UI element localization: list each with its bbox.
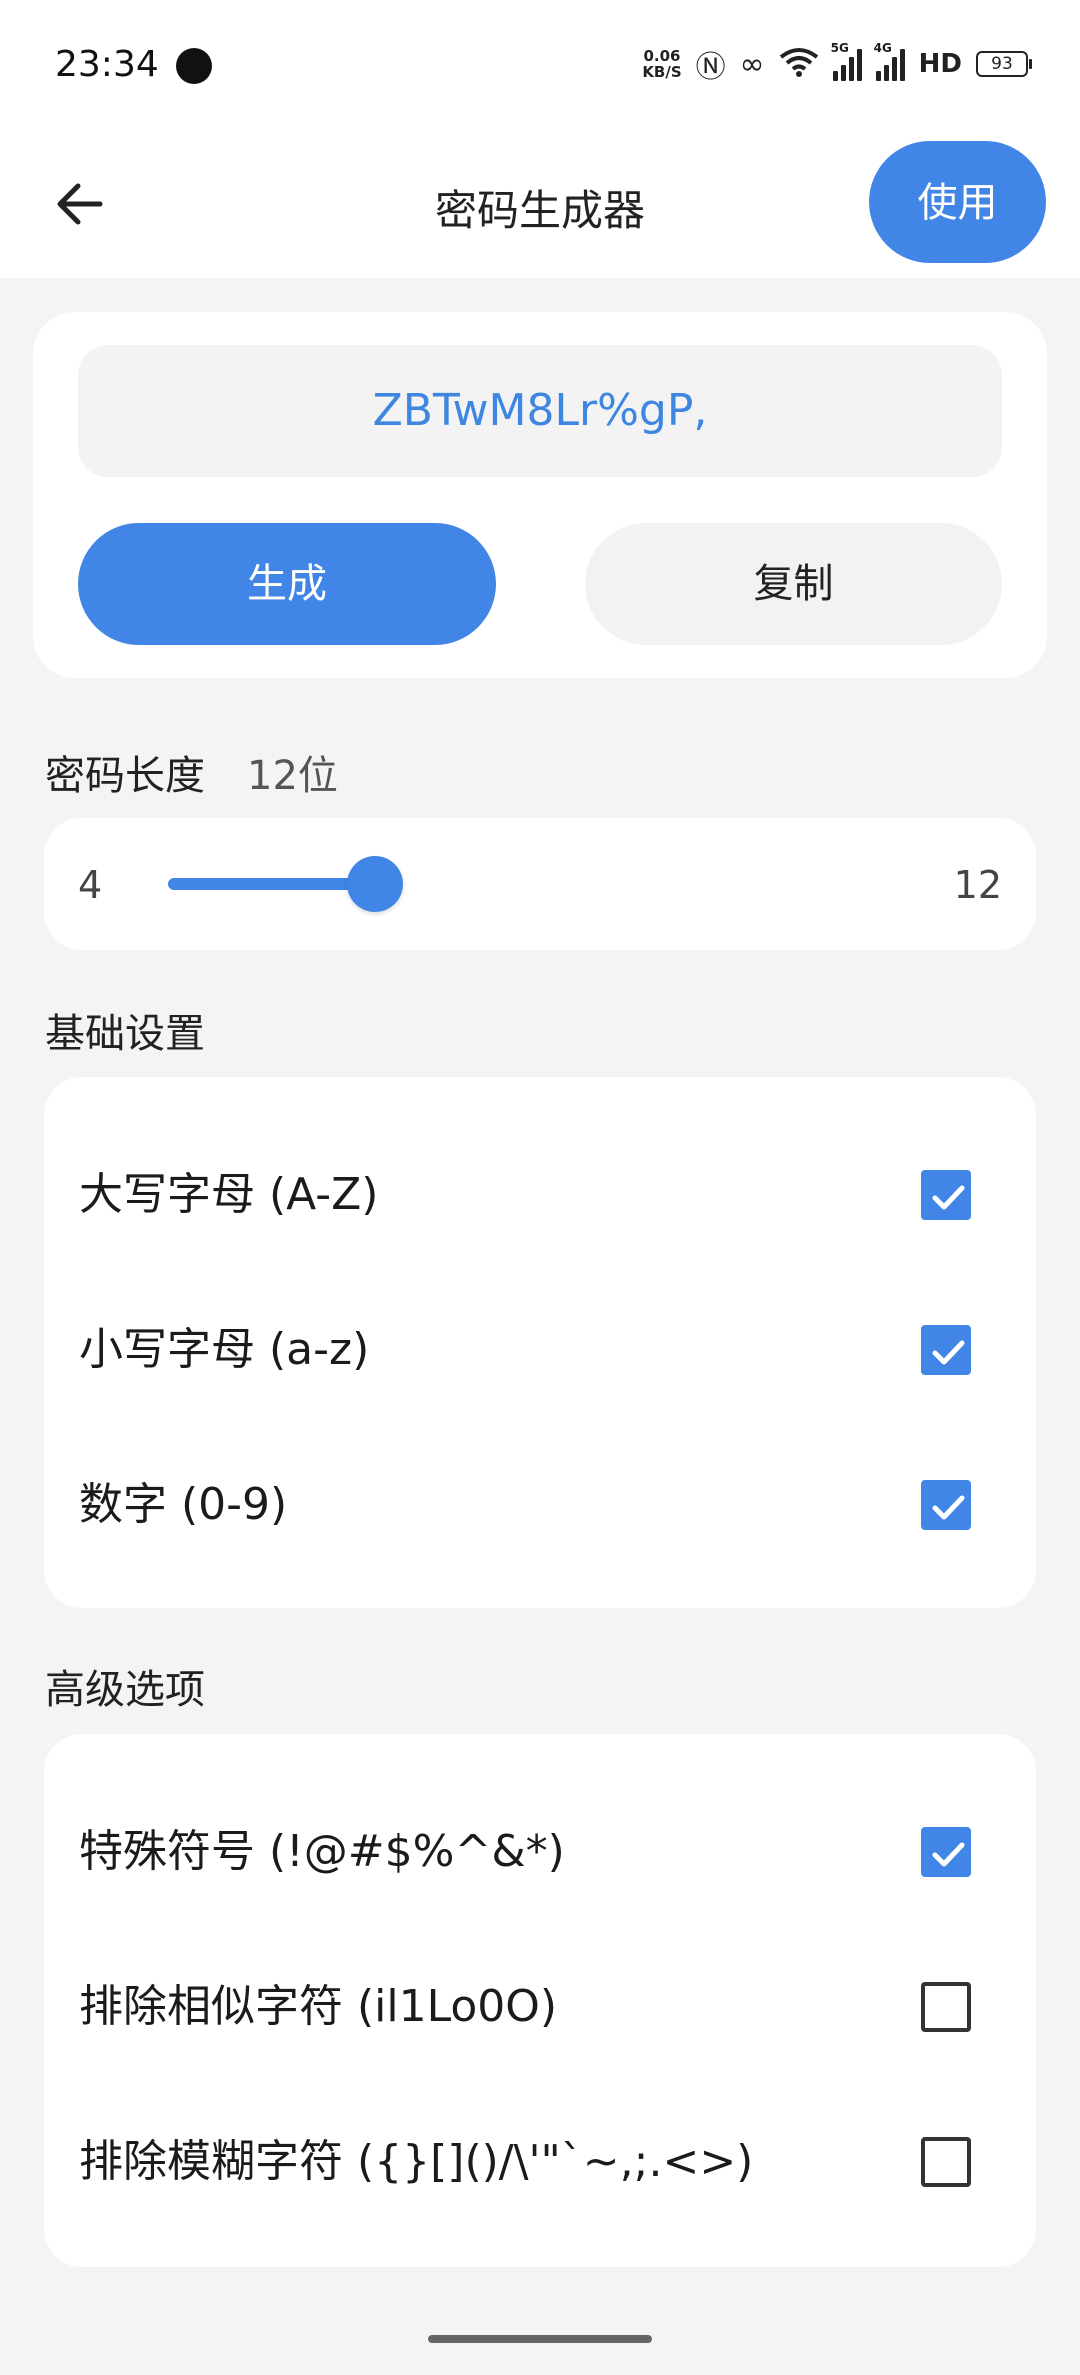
notification-dot-icon (176, 48, 212, 84)
check-icon (932, 1842, 965, 1867)
option-label: 大写字母 (A-Z) (79, 1169, 379, 1220)
slider-max-label: 12 (953, 863, 1002, 907)
net-speed-unit: KB/S (642, 63, 682, 81)
generator-card: ZBTwM8Lr%gP, 生成 复制 (33, 312, 1047, 678)
option-label: 特殊符号 (!@#$%^&*) (79, 1826, 565, 1877)
option-label: 排除模糊字符 ({}[]()/\'"`~,;.<>) (79, 2136, 754, 2187)
length-slider-card: 4 12 (44, 818, 1036, 950)
length-value: 12位 (247, 753, 338, 799)
checkbox-uppercase[interactable] (921, 1170, 971, 1220)
slider-min-label: 4 (78, 863, 103, 907)
option-exclude-ambiguous[interactable]: 排除模糊字符 ({}[]()/\'"`~,;.<>) (44, 2102, 1036, 2222)
status-bar: 23:34 0.06 KB/S Ⓝ ∞ 5G 4G HD 93 (0, 0, 1080, 130)
status-icons: 0.06 KB/S Ⓝ ∞ 5G 4G HD 93 (642, 41, 1032, 85)
check-icon (932, 1340, 965, 1365)
nfc-icon: Ⓝ (695, 50, 726, 85)
option-digits[interactable]: 数字 (0-9) (44, 1445, 1036, 1565)
option-lowercase[interactable]: 小写字母 (a-z) (44, 1290, 1036, 1410)
home-indicator[interactable] (428, 2335, 652, 2343)
checkbox-exclude-ambiguous[interactable] (921, 2137, 971, 2187)
advanced-section-title: 高级选项 (45, 1667, 205, 1713)
signal-4g-icon: 4G (874, 41, 905, 81)
option-special-symbols[interactable]: 特殊符号 (!@#$%^&*) (44, 1792, 1036, 1912)
checkbox-special-symbols[interactable] (921, 1827, 971, 1877)
signal-5g-icon: 5G (831, 41, 862, 81)
link-icon: ∞ (739, 46, 765, 82)
copy-button[interactable]: 复制 (585, 523, 1002, 645)
basic-settings-card: 大写字母 (A-Z) 小写字母 (a-z) 数字 (0-9) (44, 1077, 1036, 1608)
signal-4g-tag: 4G (873, 41, 892, 55)
signal-5g-tag: 5G (830, 41, 849, 55)
option-label: 小写字母 (a-z) (79, 1324, 370, 1375)
checkbox-lowercase[interactable] (921, 1325, 971, 1375)
length-section-title: 密码长度 (45, 753, 205, 799)
checkbox-digits[interactable] (921, 1480, 971, 1530)
status-time: 23:34 (55, 44, 159, 85)
generate-button[interactable]: 生成 (78, 523, 496, 645)
option-label: 排除相似字符 (il1Lo0O) (79, 1981, 558, 2032)
password-display: ZBTwM8Lr%gP, (78, 345, 1002, 477)
slider-thumb[interactable] (347, 856, 403, 912)
check-icon (932, 1495, 965, 1520)
option-uppercase[interactable]: 大写字母 (A-Z) (44, 1135, 1036, 1255)
check-icon (932, 1185, 965, 1210)
slider-track[interactable] (168, 878, 375, 890)
use-button[interactable]: 使用 (869, 141, 1046, 263)
battery-icon: 93 (976, 51, 1032, 77)
net-speed-value: 0.06 (643, 47, 681, 65)
wifi-icon (779, 47, 819, 81)
option-label: 数字 (0-9) (79, 1479, 288, 1530)
checkbox-exclude-similar[interactable] (921, 1982, 971, 2032)
basic-section-title: 基础设置 (45, 1011, 205, 1057)
advanced-options-card: 特殊符号 (!@#$%^&*) 排除相似字符 (il1Lo0O) 排除模糊字符 … (44, 1734, 1036, 2267)
hd-label: HD (918, 49, 962, 79)
app-bar: 密码生成器 使用 (0, 130, 1080, 278)
option-exclude-similar[interactable]: 排除相似字符 (il1Lo0O) (44, 1947, 1036, 2067)
net-speed: 0.06 KB/S (642, 48, 681, 80)
